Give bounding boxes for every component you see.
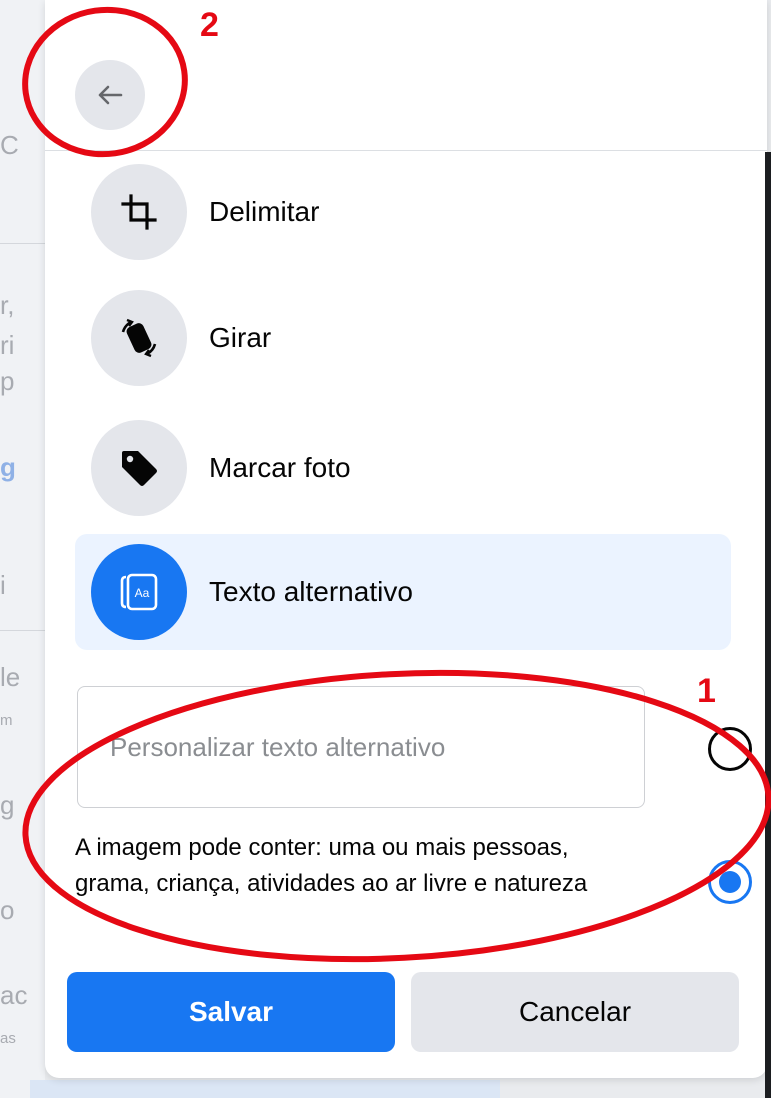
menu-item-tag-photo[interactable]: Marcar foto (75, 410, 731, 526)
edit-photo-panel: Delimitar Girar Marcar foto Aa Texto alt… (45, 0, 767, 1078)
menu-item-label: Marcar foto (209, 452, 351, 483)
background-fragment: o (0, 895, 15, 925)
rotate-icon (91, 290, 187, 386)
menu-item-label: Girar (209, 322, 272, 353)
menu-item-alt-text[interactable]: Aa Texto alternativo (75, 534, 731, 650)
crop-icon (91, 164, 187, 260)
background-bar (30, 1080, 500, 1098)
background-fragment: as (0, 1030, 16, 1047)
background-fragment: ac (0, 980, 28, 1010)
alt-text-icon: Aa (91, 544, 187, 640)
cancel-button[interactable]: Cancelar (411, 972, 739, 1052)
tag-icon (91, 420, 187, 516)
background-fragment: m (0, 712, 13, 729)
background-fragment: g (0, 452, 16, 482)
background-divider (0, 243, 45, 244)
arrow-left-icon (98, 85, 123, 105)
custom-alt-text-radio[interactable] (708, 727, 752, 771)
auto-alt-text-radio[interactable] (708, 860, 752, 904)
header-divider (45, 150, 767, 151)
custom-alt-text-input[interactable] (77, 686, 645, 808)
save-button[interactable]: Salvar (67, 972, 395, 1052)
svg-text:Aa: Aa (135, 586, 150, 600)
background-fragment: r, (0, 290, 15, 320)
background-fragment: g (0, 790, 15, 820)
background-fragment: le (0, 662, 21, 692)
auto-alt-text-description: A imagem pode conter: uma ou mais pessoa… (75, 834, 588, 897)
menu-item-label: Delimitar (209, 196, 320, 227)
menu-item-label: Texto alternativo (209, 576, 413, 607)
radio-selected-dot (719, 871, 741, 893)
menu-item-rotate[interactable]: Girar (75, 280, 731, 396)
background-page (0, 0, 45, 1098)
annotation-number-2: 2 (200, 6, 219, 44)
background-divider (0, 630, 45, 631)
background-fragment: C (0, 130, 19, 160)
background-fragment: ri (0, 330, 15, 360)
back-button[interactable] (75, 60, 145, 130)
background-photo-edge (765, 152, 771, 1098)
background-fragment: p (0, 366, 15, 396)
background-fragment: i (0, 570, 6, 600)
annotation-number-1: 1 (697, 672, 716, 710)
menu-item-crop[interactable]: Delimitar (75, 154, 731, 270)
